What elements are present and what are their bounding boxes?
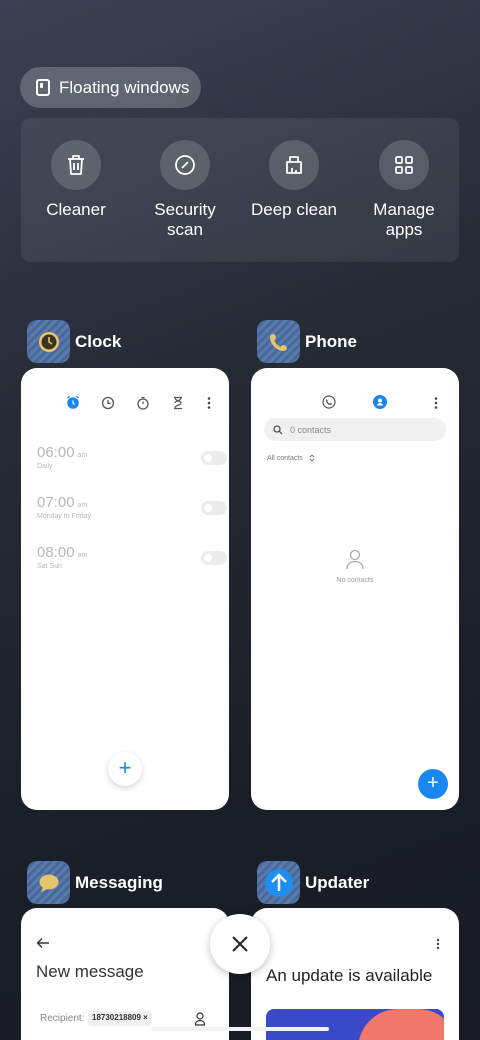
updater-app-card[interactable]: An update is available <box>251 908 459 1040</box>
alarm-item[interactable]: 07:00 am Monday to Friday <box>37 494 227 534</box>
home-indicator[interactable] <box>151 1027 329 1031</box>
sort-arrows-icon <box>309 454 315 462</box>
alarm-repeat: Daily <box>37 463 53 470</box>
alarm-item[interactable]: 06:00 am Daily <box>37 444 227 484</box>
security-scan-button[interactable]: Security scan <box>135 140 235 240</box>
alarm-ampm: am <box>77 452 88 459</box>
messaging-app-header[interactable]: Messaging <box>27 861 163 904</box>
close-icon <box>232 936 248 952</box>
empty-contacts-icon <box>345 549 365 576</box>
clear-all-button[interactable] <box>210 914 270 974</box>
messaging-app-card[interactable]: New message Recipient: 18730218809 × <box>21 908 229 1040</box>
update-title: An update is available <box>266 966 433 985</box>
more-options-icon[interactable] <box>202 396 216 410</box>
updater-app-icon <box>257 861 300 904</box>
cleaner-button[interactable]: Cleaner <box>26 140 126 220</box>
new-message-title: New message <box>36 962 144 981</box>
alarm-ampm: am <box>77 502 88 509</box>
clock-app-name: Clock <box>75 331 122 351</box>
add-alarm-button[interactable]: + <box>108 752 142 786</box>
floating-windows-label: Floating windows <box>59 77 190 97</box>
deep-clean-icon <box>269 140 319 190</box>
alarm-time: 08:00 <box>37 544 75 561</box>
search-icon <box>273 424 283 434</box>
security-scan-icon <box>160 140 210 190</box>
contacts-search-placeholder: 0 contacts <box>290 424 332 435</box>
recipient-chip[interactable]: 18730218809 × <box>88 1011 152 1026</box>
timer-tab-icon[interactable] <box>171 396 185 410</box>
back-arrow-icon[interactable] <box>36 936 50 954</box>
stopwatch-tab-icon[interactable] <box>136 396 150 410</box>
phone-app-card[interactable]: 0 contacts All contacts No contacts + <box>251 368 459 810</box>
floating-windows-button[interactable]: Floating windows <box>20 67 201 108</box>
messaging-app-icon <box>27 861 70 904</box>
deep-clean-button[interactable]: Deep clean <box>244 140 344 220</box>
alarm-item[interactable]: 08:00 am Sat Sun <box>37 544 227 584</box>
alarm-tab-icon[interactable] <box>66 395 80 409</box>
alarm-toggle[interactable] <box>201 451 227 465</box>
cleaner-label: Cleaner <box>46 200 106 219</box>
clock-app-icon <box>27 320 70 363</box>
recipient-label: Recipient: <box>40 1013 85 1024</box>
alarm-toggle[interactable] <box>201 551 227 565</box>
floating-window-icon <box>36 79 50 96</box>
phone-app-name: Phone <box>305 331 357 351</box>
alarm-toggle[interactable] <box>201 501 227 515</box>
call-log-tab-icon[interactable] <box>322 395 336 409</box>
world-clock-tab-icon[interactable] <box>101 396 115 410</box>
contacts-filter-label: All contacts <box>267 454 303 462</box>
alarm-repeat: Monday to Friday <box>37 513 92 520</box>
phone-app-header[interactable]: Phone <box>257 320 357 363</box>
manage-apps-label: Manage apps <box>373 200 435 239</box>
empty-contacts-text: No contacts <box>336 577 374 584</box>
add-contact-button[interactable]: + <box>418 769 448 799</box>
quick-tools-panel: Cleaner Security scan Deep clean Manage … <box>21 118 459 262</box>
deep-clean-label: Deep clean <box>250 200 337 219</box>
alarm-repeat: Sat Sun <box>37 563 62 570</box>
manage-apps-button[interactable]: Manage apps <box>354 140 454 240</box>
contacts-search-input[interactable]: 0 contacts <box>264 418 446 441</box>
more-options-icon[interactable] <box>433 937 443 955</box>
alarm-time: 06:00 <box>37 444 75 461</box>
contacts-tab-icon[interactable] <box>373 395 387 409</box>
security-scan-label: Security scan <box>154 200 216 239</box>
alarm-time: 07:00 <box>37 494 75 511</box>
clock-app-header[interactable]: Clock <box>27 320 121 363</box>
contacts-filter-dropdown[interactable]: All contacts <box>267 454 316 462</box>
clock-app-card[interactable]: 06:00 am Daily 07:00 am Monday to Friday 0… <box>21 368 229 810</box>
alarm-ampm: am <box>77 552 88 559</box>
messaging-app-name: Messaging <box>75 872 163 892</box>
updater-app-header[interactable]: Updater <box>257 861 369 904</box>
update-banner <box>266 1009 444 1040</box>
grid-apps-icon <box>379 140 429 190</box>
phone-app-icon <box>257 320 300 363</box>
more-options-icon[interactable] <box>429 396 443 410</box>
trash-icon <box>51 140 101 190</box>
updater-app-name: Updater <box>305 872 370 892</box>
